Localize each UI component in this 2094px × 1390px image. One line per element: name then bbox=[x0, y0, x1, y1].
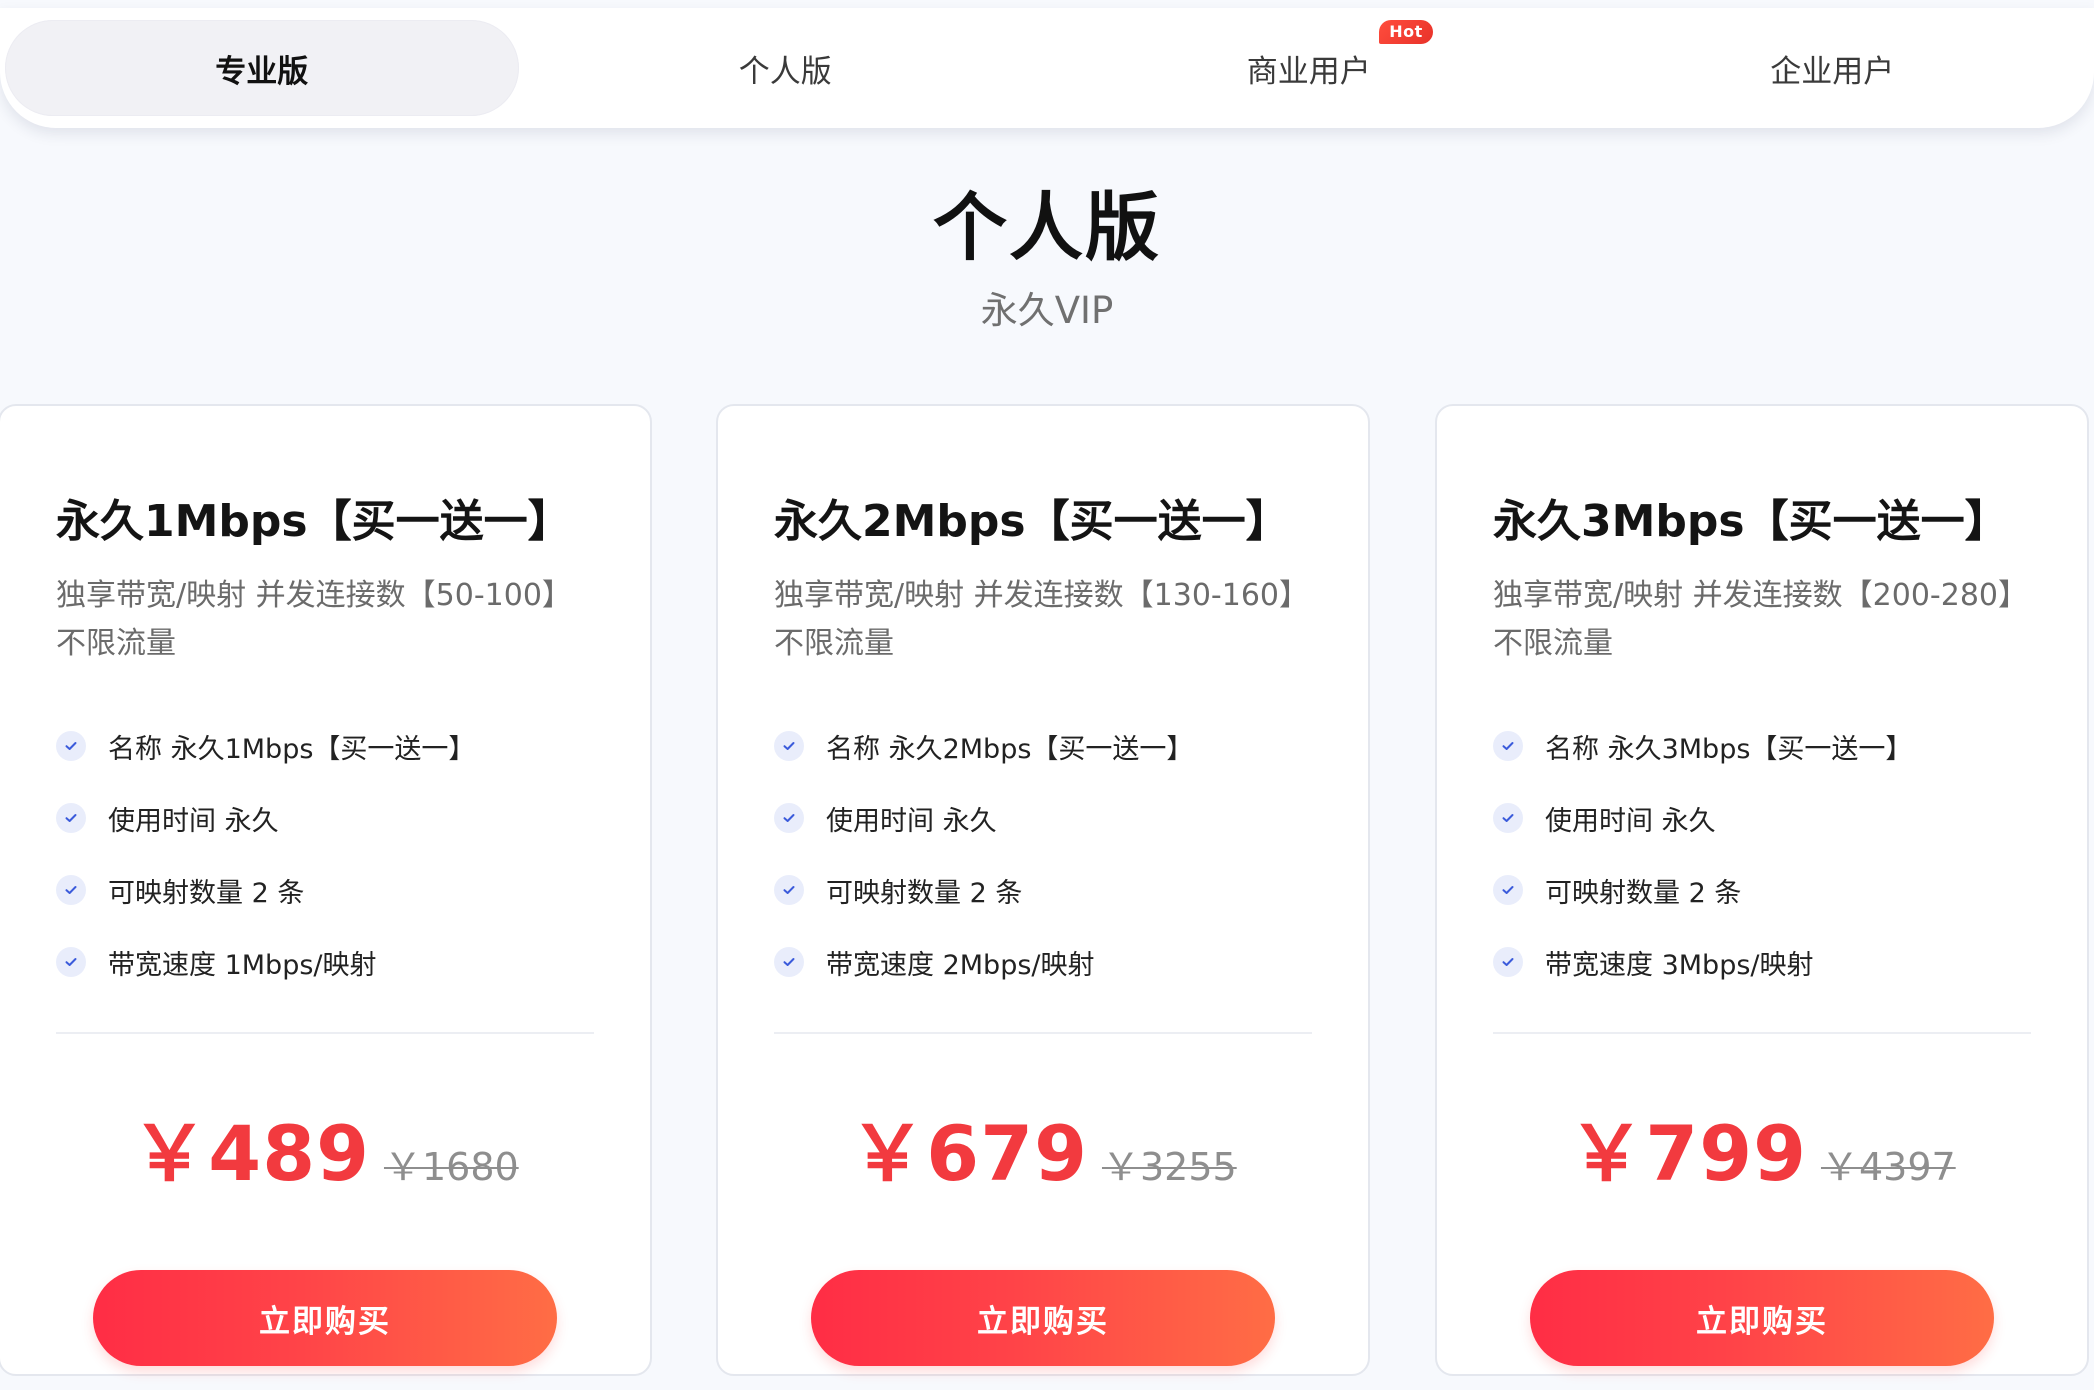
feature-text: 可映射数量 2 条 bbox=[108, 877, 305, 909]
tab-professional[interactable]: 专业版 bbox=[5, 20, 519, 116]
feature-list: 名称 永久1Mbps【买一送一】 使用时间 永久 可映射数量 2 条 带宽速度 … bbox=[56, 710, 594, 998]
feature-item: 使用时间 永久 bbox=[56, 782, 594, 854]
feature-item: 带宽速度 3Mbps/映射 bbox=[1493, 926, 2031, 998]
feature-item: 使用时间 永久 bbox=[774, 782, 1312, 854]
tab-business[interactable]: 商业用户 Hot bbox=[1052, 19, 1566, 116]
plan-description: 独享带宽/映射 并发连接数【50-100】不限流量 bbox=[56, 578, 572, 661]
divider bbox=[774, 1032, 1312, 1034]
feature-item: 带宽速度 1Mbps/映射 bbox=[56, 926, 594, 998]
check-icon bbox=[774, 731, 804, 761]
price-row: ￥679 ￥3255 bbox=[774, 1092, 1312, 1202]
tab-label: 个人版 bbox=[738, 53, 832, 90]
tab-personal[interactable]: 个人版 bbox=[529, 20, 1043, 116]
feature-item: 名称 永久1Mbps【买一送一】 bbox=[56, 710, 594, 782]
check-icon bbox=[56, 731, 86, 761]
page-title: 个人版 bbox=[933, 185, 1161, 271]
check-icon bbox=[774, 803, 804, 833]
check-icon bbox=[1493, 731, 1523, 761]
feature-item: 名称 永久3Mbps【买一送一】 bbox=[1493, 710, 2031, 782]
check-icon bbox=[774, 875, 804, 905]
check-icon bbox=[1493, 803, 1523, 833]
original-price: ￥1680 bbox=[383, 1145, 519, 1189]
feature-list: 名称 永久3Mbps【买一送一】 使用时间 永久 可映射数量 2 条 带宽速度 … bbox=[1493, 710, 2031, 998]
feature-item: 带宽速度 2Mbps/映射 bbox=[774, 926, 1312, 998]
current-price: ￥679 bbox=[849, 1109, 1088, 1198]
plan-card-1mbps: 永久1Mbps【买一送一】 独享带宽/映射 并发连接数【50-100】不限流量 … bbox=[0, 404, 652, 1376]
feature-list: 名称 永久2Mbps【买一送一】 使用时间 永久 可映射数量 2 条 带宽速度 … bbox=[774, 710, 1312, 998]
tab-label: 企业用户 bbox=[1770, 53, 1895, 90]
page-subtitle: 永久VIP bbox=[980, 289, 1114, 332]
buy-now-button[interactable]: 立即购买 bbox=[1530, 1270, 1994, 1366]
check-icon bbox=[56, 947, 86, 977]
feature-text: 使用时间 永久 bbox=[108, 805, 279, 837]
tab-enterprise[interactable]: 企业用户 bbox=[1576, 20, 2090, 116]
price-row: ￥489 ￥1680 bbox=[56, 1092, 594, 1202]
plan-description: 独享带宽/映射 并发连接数【200-280】不限流量 bbox=[1493, 578, 2028, 661]
feature-item: 名称 永久2Mbps【买一送一】 bbox=[774, 710, 1312, 782]
feature-text: 带宽速度 2Mbps/映射 bbox=[826, 949, 1095, 981]
feature-text: 使用时间 永久 bbox=[826, 805, 997, 837]
feature-text: 可映射数量 2 条 bbox=[1545, 877, 1742, 909]
feature-text: 名称 永久3Mbps【买一送一】 bbox=[1545, 733, 1913, 765]
check-icon bbox=[1493, 875, 1523, 905]
check-icon bbox=[56, 803, 86, 833]
tab-label: 商业用户 bbox=[1246, 53, 1371, 90]
section-heading: 个人版 永久VIP bbox=[0, 178, 2094, 336]
plan-card-2mbps: 永久2Mbps【买一送一】 独享带宽/映射 并发连接数【130-160】不限流量… bbox=[716, 404, 1370, 1376]
check-icon bbox=[774, 947, 804, 977]
pricing-page: 专业版 个人版 商业用户 Hot 企业用户 个人版 永久VIP 永久1Mbps【… bbox=[0, 0, 2094, 1390]
divider bbox=[56, 1032, 594, 1034]
plan-description: 独享带宽/映射 并发连接数【130-160】不限流量 bbox=[774, 578, 1309, 661]
check-icon bbox=[1493, 947, 1523, 977]
feature-text: 名称 永久2Mbps【买一送一】 bbox=[826, 733, 1194, 765]
feature-text: 名称 永久1Mbps【买一送一】 bbox=[108, 733, 476, 765]
feature-item: 可映射数量 2 条 bbox=[1493, 854, 2031, 926]
price-row: ￥799 ￥4397 bbox=[1493, 1092, 2031, 1202]
current-price: ￥489 bbox=[131, 1109, 370, 1198]
feature-item: 可映射数量 2 条 bbox=[56, 854, 594, 926]
plan-name: 永久3Mbps【买一送一】 bbox=[1493, 496, 2009, 547]
feature-text: 使用时间 永久 bbox=[1545, 805, 1716, 837]
feature-text: 带宽速度 3Mbps/映射 bbox=[1545, 949, 1814, 981]
tab-label: 专业版 bbox=[215, 53, 309, 90]
divider bbox=[1493, 1032, 2031, 1034]
original-price: ￥4397 bbox=[1820, 1145, 1956, 1189]
buy-now-button[interactable]: 立即购买 bbox=[93, 1270, 557, 1366]
check-icon bbox=[56, 875, 86, 905]
current-price: ￥799 bbox=[1568, 1109, 1807, 1198]
plan-tab-bar: 专业版 个人版 商业用户 Hot 企业用户 bbox=[0, 8, 2094, 128]
plan-card-3mbps: 永久3Mbps【买一送一】 独享带宽/映射 并发连接数【200-280】不限流量… bbox=[1435, 404, 2089, 1376]
original-price: ￥3255 bbox=[1101, 1145, 1237, 1189]
plan-name: 永久2Mbps【买一送一】 bbox=[774, 496, 1290, 547]
hot-badge: Hot bbox=[1379, 19, 1433, 44]
feature-item: 使用时间 永久 bbox=[1493, 782, 2031, 854]
feature-text: 带宽速度 1Mbps/映射 bbox=[108, 949, 377, 981]
feature-item: 可映射数量 2 条 bbox=[774, 854, 1312, 926]
buy-now-button[interactable]: 立即购买 bbox=[811, 1270, 1275, 1366]
feature-text: 可映射数量 2 条 bbox=[826, 877, 1023, 909]
plan-name: 永久1Mbps【买一送一】 bbox=[56, 496, 572, 547]
